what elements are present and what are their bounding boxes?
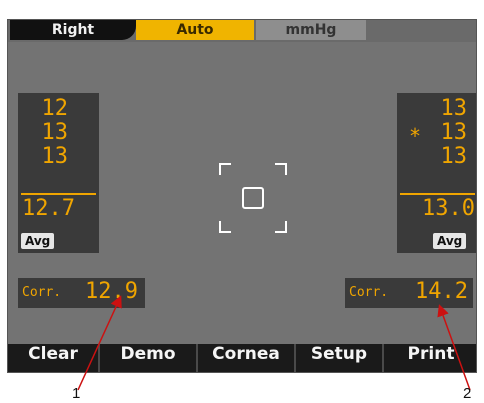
tonometer-screen: Right Auto mmHg 12 13 13 12.7 Avg 13 * 1… — [7, 19, 477, 373]
average-value: 12.7 — [22, 196, 75, 221]
clear-button[interactable]: Clear — [8, 344, 100, 372]
reading-value: 12 — [41, 96, 69, 121]
reading-value: 13 — [41, 120, 69, 145]
callout-number-2: 2 — [463, 385, 472, 402]
flag-asterisk: * — [408, 124, 421, 148]
avg-badge: Avg — [433, 233, 467, 249]
function-button-bar: Clear Demo Cornea Setup Print — [8, 344, 476, 372]
left-readings-panel: 12 13 13 12.7 Avg — [18, 93, 99, 253]
left-corrected-iop: Corr. 12.9 — [18, 278, 145, 308]
reading-value: 13 — [41, 144, 69, 169]
corr-label: Corr. — [349, 285, 389, 300]
reading-value: 13 — [440, 96, 468, 121]
print-button[interactable]: Print — [384, 344, 476, 372]
corr-value: 14.2 — [415, 279, 468, 304]
avg-badge: Avg — [21, 233, 55, 249]
alignment-target-icon — [219, 163, 287, 233]
measure-mode-tab[interactable]: Auto — [136, 20, 254, 40]
right-readings-panel: 13 * 13 13 13.0 Avg — [397, 93, 476, 253]
setup-button[interactable]: Setup — [296, 344, 384, 372]
eye-side-tab[interactable]: Right — [10, 20, 136, 40]
right-corrected-iop: Corr. 14.2 — [345, 278, 473, 308]
reading-value: 13 — [440, 144, 468, 169]
corr-value: 12.9 — [85, 279, 138, 304]
average-value: 13.0 — [422, 196, 475, 221]
top-status-bar: Right Auto mmHg — [8, 20, 476, 42]
corr-label: Corr. — [22, 285, 62, 300]
average-divider — [400, 193, 475, 195]
reading-value: 13 — [440, 120, 468, 145]
cornea-button[interactable]: Cornea — [198, 344, 296, 372]
unit-tab[interactable]: mmHg — [256, 20, 366, 40]
demo-button[interactable]: Demo — [100, 344, 198, 372]
average-divider — [21, 193, 96, 195]
callout-number-1: 1 — [72, 385, 81, 402]
